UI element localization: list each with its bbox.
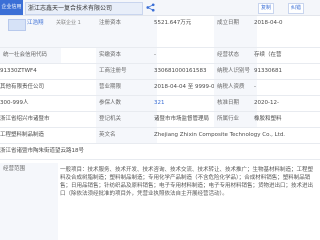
field-label: 纳税人资质 xyxy=(214,80,257,95)
field-label: 工商注册号 xyxy=(96,64,157,79)
table-row: 统一社会信用代码 实缴资本 - 经营状态 存续（在营 xyxy=(0,48,320,64)
header-bar: 企业信用信息 浙江志鑫天一复合技术有限公司 复制 纠错 xyxy=(0,0,320,16)
table-row: 工程塑料制品制造 英文名 Zhejiang Zhixin Composite T… xyxy=(0,128,320,144)
avatar xyxy=(8,19,26,31)
share-icon[interactable] xyxy=(146,3,155,12)
field-value: 330681000161583 xyxy=(154,68,207,74)
english-name-value: Zhejiang Zhixin Composite Technology Co.… xyxy=(154,132,286,138)
field-value: 2018-04-0 xyxy=(254,20,283,26)
field-value: 橡胶和塑料 xyxy=(254,116,282,122)
copy-button[interactable]: 复制 xyxy=(258,3,275,14)
field-label: 成立日期 xyxy=(214,16,257,47)
business-scope: 经营范围 一般项目：技术服务、技术开发、技术咨询、技术交流、技术转让、技术推广；… xyxy=(0,163,320,240)
business-scope-text: 一般项目：技术服务、技术开发、技术咨询、技术交流、技术转让、技术推广；生物基材料… xyxy=(60,167,314,197)
field-label: 英文名 xyxy=(96,128,157,143)
field-label: 参保人数 xyxy=(96,96,157,111)
related-companies-link[interactable]: 关联企业 1 xyxy=(56,16,81,31)
field-value: 存续（在营 xyxy=(254,52,282,58)
field-label: 统一社会信用代码 xyxy=(0,48,61,63)
field-value: 工程塑料制品制造 xyxy=(0,132,45,138)
field-value: 91330681 xyxy=(254,68,282,74)
field-label: 注册资本 xyxy=(96,16,157,47)
address-value: 浙江省诸暨市陶朱街道望云路18号 xyxy=(0,148,84,154)
business-scope-label: 经营范围 xyxy=(0,163,58,240)
company-info-page: 企业信用信息 浙江志鑫天一复合技术有限公司 复制 纠错 江浩翔 关联企业 1 注… xyxy=(0,0,320,240)
field-value: 其他有限责任公司 xyxy=(0,84,45,90)
table-row: 浙江省绍兴市诸暨市 登记机关 诸暨市市场监督管理局 所属行业 橡胶和塑料 xyxy=(0,112,320,128)
field-value: 5521.647万元 xyxy=(154,20,192,26)
table-row: 91330ZTWF4 工商注册号 330681000161583 纳税人识别号 … xyxy=(0,64,320,80)
field-label: 核准日期 xyxy=(214,96,257,111)
field-value: 2018-04-04 至 9999-09-09 xyxy=(154,84,214,90)
field-label: 实缴资本 xyxy=(96,48,157,63)
field-value: 2020-12- xyxy=(254,100,279,106)
table-row: 江浩翔 关联企业 1 注册资本 5521.647万元 成立日期 2018-04-… xyxy=(0,16,320,48)
legal-rep-name[interactable]: 江浩翔 xyxy=(27,16,44,31)
insured-count-link[interactable]: 321 xyxy=(154,96,214,111)
field-value: - xyxy=(254,84,256,90)
field-value: - xyxy=(154,52,156,58)
legal-rep-cell: 江浩翔 关联企业 1 xyxy=(0,16,99,47)
field-label: 营业期限 xyxy=(96,80,157,95)
field-value: 诸暨市市场监督管理局 xyxy=(154,116,210,122)
field-label: 纳税人识别号 xyxy=(214,64,257,79)
info-table: 江浩翔 关联企业 1 注册资本 5521.647万元 成立日期 2018-04-… xyxy=(0,16,320,160)
table-row: 其他有限责任公司 营业期限 2018-04-04 至 9999-09-09 纳税… xyxy=(0,80,320,96)
company-name-field[interactable]: 浙江志鑫天一复合技术有限公司 xyxy=(25,2,143,15)
field-value: 浙江省绍兴市诸暨市 xyxy=(0,116,50,122)
field-label: 登记机关 xyxy=(96,112,157,127)
side-tag: 企业信用信息 xyxy=(0,0,23,15)
table-row: 浙江省诸暨市陶朱街道望云路18号 xyxy=(0,144,320,160)
field-value: 91330ZTWF4 xyxy=(0,68,37,74)
report-error-button[interactable]: 纠错 xyxy=(288,3,305,14)
field-label: 经营状态 xyxy=(214,48,257,63)
table-row: 300-999人 参保人数 321 核准日期 2020-12- xyxy=(0,96,320,112)
field-value: 300-999人 xyxy=(0,100,29,106)
field-label: 所属行业 xyxy=(214,112,257,127)
